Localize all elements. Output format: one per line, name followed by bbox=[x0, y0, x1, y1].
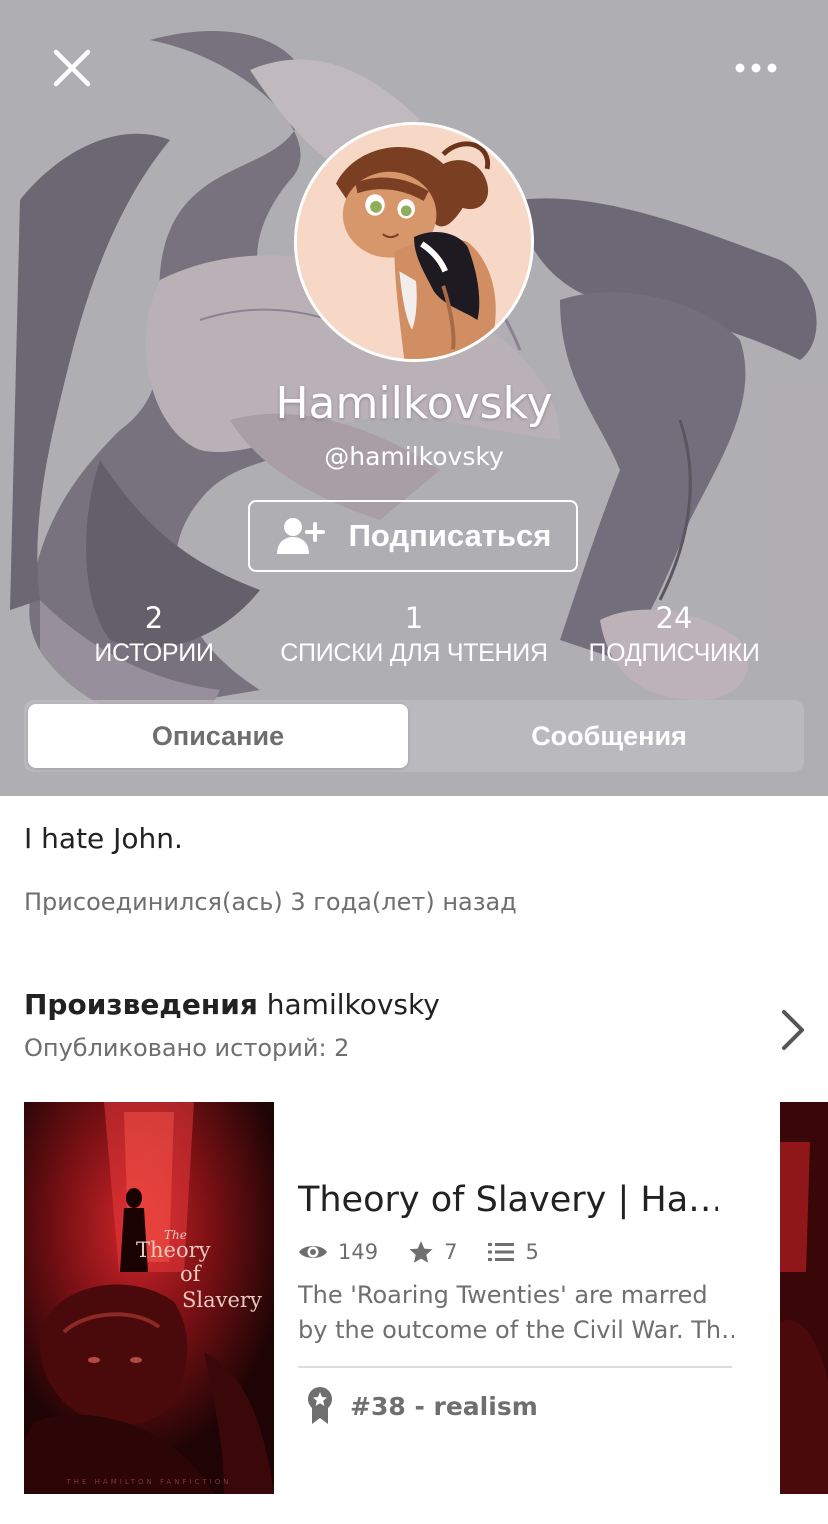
story-cover[interactable]: The Theory of Slavery THE HAMILTON FANFI… bbox=[24, 1102, 274, 1494]
chevron-right-icon bbox=[782, 1010, 804, 1050]
works-count: Опубликовано историй: 2 bbox=[24, 1034, 350, 1062]
add-user-icon bbox=[276, 518, 325, 554]
story-parts-count: 5 bbox=[525, 1240, 539, 1264]
star-icon bbox=[409, 1241, 433, 1263]
story-card[interactable]: The Theory of Slavery THE HAMILTON FANFI… bbox=[24, 1102, 744, 1494]
cover-title-slavery: Slavery bbox=[182, 1288, 262, 1312]
next-story-card[interactable] bbox=[780, 1102, 828, 1494]
tab-messages[interactable]: Сообщения bbox=[418, 704, 800, 768]
story-ranking-tag[interactable]: #38 - realism bbox=[306, 1386, 538, 1426]
profile-header: Hamilkovsky @hamilkovsky Подписаться 2 И… bbox=[0, 0, 828, 796]
works-title-label: Произведения bbox=[24, 988, 258, 1021]
cover-title-of: of bbox=[180, 1262, 201, 1286]
more-horizontal-icon bbox=[735, 63, 777, 73]
avatar[interactable] bbox=[294, 122, 534, 362]
story-title[interactable]: Theory of Slavery | Ha… bbox=[298, 1180, 718, 1220]
story-reads-count: 149 bbox=[338, 1240, 379, 1264]
works-see-all-button[interactable] bbox=[776, 1006, 808, 1054]
next-story-cover-image bbox=[780, 1102, 828, 1494]
stat-label: ПОДПИСЧИКИ bbox=[588, 639, 760, 667]
stat-label: ИСТОРИИ bbox=[94, 639, 214, 667]
story-description-line: by the outcome of the Civil War. Th… bbox=[298, 1316, 734, 1344]
list-icon bbox=[488, 1243, 515, 1261]
stat-reading-lists[interactable]: 1 СПИСКИ ДЛЯ ЧТЕНИЯ bbox=[264, 600, 564, 670]
close-icon bbox=[53, 49, 91, 87]
story-ranking-label: #38 - realism bbox=[350, 1391, 538, 1421]
follow-button-label: Подписаться bbox=[348, 518, 552, 553]
follow-button[interactable]: Подписаться bbox=[248, 500, 578, 572]
cover-title-theory: Theory bbox=[136, 1238, 211, 1262]
stat-label: СПИСКИ ДЛЯ ЧТЕНИЯ bbox=[280, 639, 548, 667]
story-votes: 7 bbox=[408, 1240, 457, 1264]
cover-footer-text: THE HAMILTON FANFICTION bbox=[66, 1478, 232, 1486]
username: @hamilkovsky bbox=[324, 442, 504, 471]
story-divider bbox=[298, 1366, 732, 1368]
story-votes-count: 7 bbox=[444, 1240, 458, 1264]
story-reads: 149 bbox=[298, 1240, 378, 1264]
story-description: The 'Roaring Twenties' are marred by the… bbox=[298, 1278, 734, 1348]
stat-followers[interactable]: 24 ПОДПИСЧИКИ bbox=[574, 600, 774, 670]
story-description-line: The 'Roaring Twenties' are marred bbox=[298, 1281, 708, 1309]
joined-date: Присоединился(ась) 3 года(лет) назад bbox=[24, 888, 517, 916]
stat-value: 2 bbox=[144, 601, 164, 635]
more-options-button[interactable] bbox=[728, 52, 784, 84]
avatar-image bbox=[297, 125, 531, 359]
stat-value: 1 bbox=[404, 601, 424, 635]
award-ribbon-icon bbox=[308, 1387, 332, 1424]
story-parts: 5 bbox=[487, 1240, 539, 1264]
stat-value: 24 bbox=[655, 601, 693, 635]
works-title-username: hamilkovsky bbox=[266, 988, 440, 1021]
tab-about[interactable]: Описание bbox=[28, 704, 408, 768]
display-name: Hamilkovsky bbox=[275, 378, 553, 429]
works-section-title: Произведения hamilkovsky bbox=[24, 988, 440, 1021]
eye-icon bbox=[299, 1246, 327, 1258]
stat-stories[interactable]: 2 ИСТОРИИ bbox=[74, 600, 234, 670]
profile-bio: I hate John. bbox=[24, 822, 183, 855]
profile-tabs: Описание Сообщения bbox=[24, 700, 804, 772]
close-button[interactable] bbox=[48, 44, 96, 92]
story-stats: 149 7 5 bbox=[298, 1238, 569, 1266]
